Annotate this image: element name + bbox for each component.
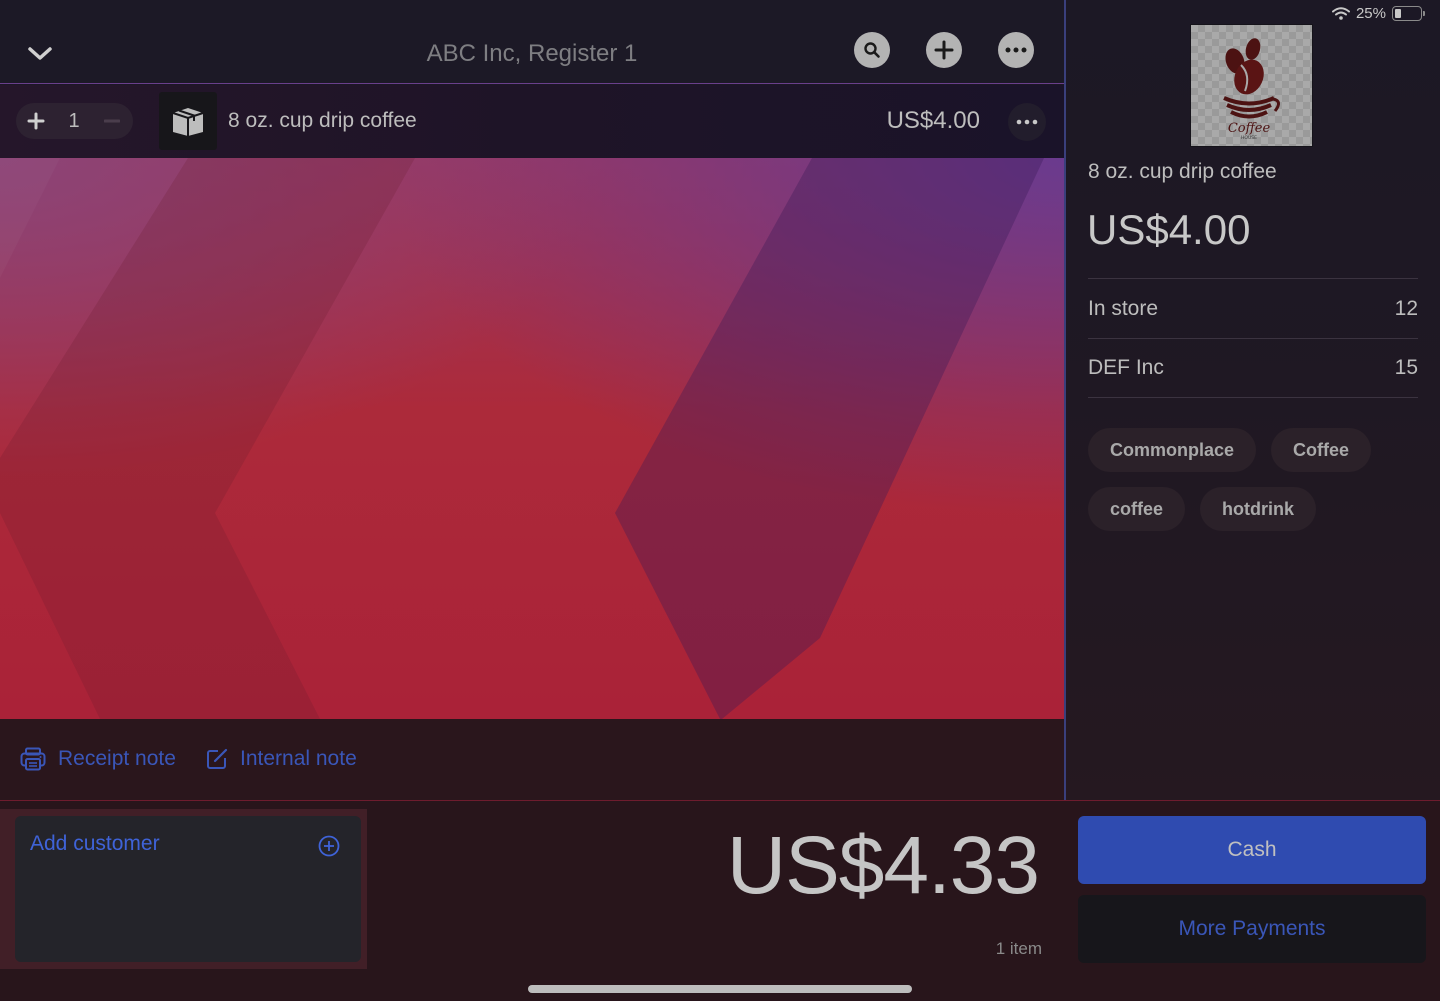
battery-icon (1392, 6, 1425, 21)
register-title: ABC Inc, Register 1 (426, 40, 638, 67)
wifi-icon (1331, 7, 1350, 20)
more-options-button[interactable] (998, 32, 1034, 68)
stock-count: 15 (1394, 356, 1418, 379)
add-customer-label: Add customer (30, 832, 160, 855)
quantity-value: 1 (68, 109, 80, 132)
coffee-house-logo-icon: Coffee HOUSE (1223, 38, 1280, 141)
product-detail-panel: Coffee HOUSE 8 oz. cup drip coffee US$4.… (1066, 0, 1440, 800)
search-button[interactable] (854, 32, 890, 68)
customer-section: Add customer (0, 809, 367, 969)
plus-icon (27, 112, 45, 130)
logo-subcaption: HOUSE (1241, 135, 1257, 141)
search-icon (864, 42, 880, 58)
register-header: ABC Inc, Register 1 (0, 0, 1064, 84)
product-name: 8 oz. cup drip coffee (1088, 160, 1277, 183)
tag-chip[interactable]: hotdrink (1200, 487, 1317, 531)
printer-icon (20, 747, 46, 771)
add-item-button[interactable] (926, 32, 962, 68)
home-indicator[interactable] (528, 985, 912, 993)
cash-button[interactable]: Cash (1078, 816, 1426, 884)
stock-count: 12 (1394, 296, 1418, 320)
product-tags: Commonplace Coffee coffee hotdrink (1088, 428, 1418, 531)
increment-button[interactable] (16, 103, 56, 139)
internal-note-label: Internal note (240, 747, 357, 770)
tag-chip[interactable]: Coffee (1271, 428, 1372, 472)
stock-location: In store (1088, 296, 1159, 320)
logo-caption: Coffee (1228, 121, 1271, 136)
cart-background (0, 158, 1064, 719)
status-bar-indicators: 25% (1331, 5, 1425, 22)
item-name: 8 oz. cup drip coffee (228, 109, 417, 132)
stock-row: In store 12 (1088, 278, 1418, 338)
box-icon (172, 108, 204, 136)
plus-circle-icon (318, 835, 340, 857)
item-price: US$4.00 (886, 107, 980, 134)
tag-chip[interactable]: coffee (1088, 487, 1186, 531)
cart-panel: ABC Inc, Register 1 1 8 oz. cup drip cof… (0, 0, 1064, 800)
stock-location: DEF Inc (1088, 356, 1164, 379)
checkout-bar: Add customer US$4.33 1 item Cash More Pa… (0, 800, 1440, 1001)
ellipsis-icon (1016, 119, 1038, 125)
product-price: US$4.00 (1087, 206, 1251, 253)
item-thumbnail (159, 92, 217, 150)
notes-bar: Receipt note Internal note (0, 719, 1064, 800)
compose-icon (207, 748, 228, 769)
minus-icon (104, 119, 120, 123)
ellipsis-icon (1005, 47, 1027, 53)
decrement-button[interactable] (92, 103, 132, 139)
quantity-stepper: 1 (16, 103, 133, 139)
receipt-note-button[interactable]: Receipt note (20, 747, 176, 771)
internal-note-button[interactable]: Internal note (206, 747, 357, 771)
item-count: 1 item (995, 939, 1042, 958)
order-total: US$4.33 (726, 820, 1040, 911)
tag-chip[interactable]: Commonplace (1088, 428, 1257, 472)
more-payments-button[interactable]: More Payments (1078, 895, 1426, 963)
wallpaper-chevron-pattern (0, 158, 1044, 719)
receipt-note-label: Receipt note (58, 747, 176, 770)
add-customer-button[interactable] (318, 835, 340, 862)
item-more-button[interactable] (1008, 103, 1046, 141)
battery-percent: 25% (1355, 5, 1386, 22)
battery-level (1395, 9, 1401, 18)
plus-icon (934, 40, 954, 60)
add-customer-card[interactable]: Add customer (15, 816, 361, 962)
product-image: Coffee HOUSE (1190, 24, 1313, 147)
cart-line-item[interactable]: 1 8 oz. cup drip coffee US$4.00 (0, 85, 1064, 158)
stock-row: DEF Inc 15 (1088, 338, 1418, 398)
